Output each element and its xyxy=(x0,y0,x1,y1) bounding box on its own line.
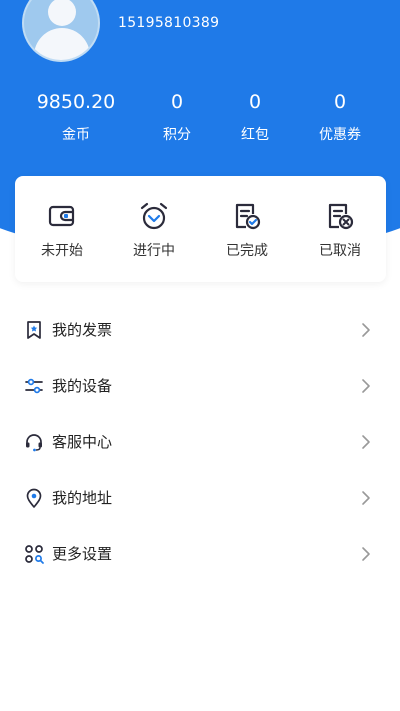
stat-value: 0 xyxy=(248,91,262,113)
menu-label: 我的设备 xyxy=(52,377,113,395)
chevron-right-icon xyxy=(362,547,370,561)
stat-label: 金币 xyxy=(62,127,90,143)
menu-label: 客服中心 xyxy=(52,433,113,451)
order-label: 未开始 xyxy=(41,243,83,259)
stat-label: 积分 xyxy=(163,127,191,143)
chevron-right-icon xyxy=(362,491,370,505)
document-cancel-icon xyxy=(328,203,354,230)
order-not-started[interactable]: 未开始 xyxy=(22,200,102,260)
profile-page: 15195810389 9850.20 金币 0 积分 0 红包 0 优惠券 未… xyxy=(0,0,400,711)
stat-coupons[interactable]: 0 优惠券 xyxy=(295,90,385,144)
order-completed[interactable]: 已完成 xyxy=(207,200,287,260)
alarm-clock-icon xyxy=(140,202,168,230)
menu-label: 我的发票 xyxy=(52,321,113,339)
stat-red-packets[interactable]: 0 红包 xyxy=(210,90,300,144)
invoice-bookmark-icon xyxy=(27,321,41,339)
order-label: 已取消 xyxy=(319,243,361,259)
stats-row: 9850.20 金币 0 积分 0 红包 0 优惠券 xyxy=(0,90,400,150)
headset-icon xyxy=(26,434,42,452)
menu-item-address[interactable]: 我的地址 xyxy=(0,470,400,526)
document-check-icon xyxy=(235,203,261,230)
menu-item-customer-service[interactable]: 客服中心 xyxy=(0,414,400,470)
menu-label: 更多设置 xyxy=(52,545,113,563)
stat-value: 9850.20 xyxy=(36,91,116,113)
chevron-right-icon xyxy=(362,435,370,449)
menu-item-invoices[interactable]: 我的发票 xyxy=(0,302,400,358)
menu-item-devices[interactable]: 我的设备 xyxy=(0,358,400,414)
location-pin-icon xyxy=(26,488,42,508)
stat-value: 0 xyxy=(170,91,184,113)
avatar[interactable] xyxy=(22,0,100,62)
sliders-icon xyxy=(25,378,43,394)
stat-label: 优惠券 xyxy=(319,127,361,143)
user-phone: 15195810389 xyxy=(118,15,220,31)
chevron-right-icon xyxy=(362,323,370,337)
avatar-body xyxy=(34,28,90,60)
stat-coins[interactable]: 9850.20 金币 xyxy=(31,90,121,144)
wallet-icon xyxy=(48,205,75,227)
order-in-progress[interactable]: 进行中 xyxy=(114,200,194,260)
menu-item-more-settings[interactable]: 更多设置 xyxy=(0,526,400,582)
stat-points[interactable]: 0 积分 xyxy=(132,90,222,144)
menu-label: 我的地址 xyxy=(52,489,113,507)
menu-list: 我的发票 我的设备 客服中心 我的地址 更多设置 xyxy=(0,302,400,582)
order-label: 进行中 xyxy=(133,243,175,259)
stat-value: 0 xyxy=(333,91,347,113)
orders-card: 未开始 进行中 已完成 已取消 xyxy=(15,176,386,282)
grid-settings-icon xyxy=(25,545,44,564)
order-cancelled[interactable]: 已取消 xyxy=(300,200,380,260)
avatar-head xyxy=(48,0,76,26)
chevron-right-icon xyxy=(362,379,370,393)
stat-label: 红包 xyxy=(241,127,269,143)
order-label: 已完成 xyxy=(226,243,268,259)
